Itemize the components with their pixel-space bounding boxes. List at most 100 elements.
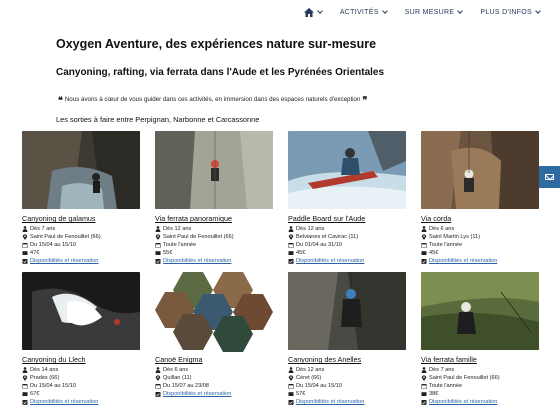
price-text: 57€	[296, 391, 306, 397]
nav-sur-mesure[interactable]: SUR MESURE	[404, 0, 464, 24]
calendar-check-icon	[421, 259, 427, 264]
activity-title[interactable]: Paddle Board sur l'Aude	[288, 214, 406, 223]
calendar-check-icon	[288, 259, 294, 264]
place-row: Prades (66)	[22, 374, 140, 382]
booking-link[interactable]: Disponibilités et réservation	[296, 398, 364, 406]
price-row: 47€	[22, 249, 140, 257]
open-quote-icon: ❝	[58, 94, 63, 105]
price-tag-icon	[421, 392, 427, 396]
calendar-icon	[421, 384, 427, 389]
activity-title[interactable]: Canyoning des Anelles	[288, 355, 406, 364]
booking-row: Disponibilités et réservation	[421, 257, 539, 265]
price-row: 55€	[155, 249, 273, 257]
booking-link[interactable]: Disponibilités et réservation	[30, 398, 98, 406]
place-text: Saint Paul de Fenouillet (66)	[429, 375, 500, 381]
place-text: Quillan (11)	[163, 375, 192, 381]
map-pin-icon	[155, 234, 161, 240]
activity-photo[interactable]	[421, 272, 539, 350]
age-text: Dès 6 ans	[429, 226, 455, 232]
booking-row: Disponibilités et réservation	[155, 390, 273, 398]
activity-photo[interactable]	[288, 131, 406, 209]
age-row: Dès 14 ans	[22, 366, 140, 374]
place-text: Saint Martin Lys (11)	[429, 234, 480, 240]
person-icon	[155, 226, 161, 232]
price-row: 67€	[22, 390, 140, 398]
activity-photo[interactable]	[22, 272, 140, 350]
quote: ❝ Nous avons à cœur de vous guider dans …	[56, 94, 369, 105]
chevron-down-icon	[381, 7, 388, 14]
activity-card: Via ferrata panoramique Dès 12 ans Saint…	[155, 131, 273, 265]
age-text: Dès 12 ans	[296, 367, 325, 373]
price-text: 45€	[296, 250, 306, 256]
calendar-icon	[155, 384, 161, 389]
price-row: 38€	[421, 390, 539, 398]
booking-link[interactable]: Disponibilités et réservation	[163, 390, 231, 398]
age-row: Dès 7 ans	[22, 225, 140, 233]
nav-activites[interactable]: ACTIVITÉS	[339, 0, 388, 24]
price-row: 45€	[288, 249, 406, 257]
map-pin-icon	[155, 375, 161, 381]
booking-link[interactable]: Disponibilités et réservation	[296, 257, 364, 265]
place-text: Céret (66)	[296, 375, 322, 381]
place-row: Céret (66)	[288, 374, 406, 382]
place-text: Belvianes et Cavirac (11)	[296, 234, 359, 240]
price-tag-icon	[22, 251, 28, 255]
nav-home[interactable]	[303, 0, 323, 24]
activity-photo[interactable]	[22, 131, 140, 209]
calendar-check-icon	[22, 259, 28, 264]
activity-photo[interactable]	[288, 272, 406, 350]
activity-photo[interactable]	[155, 131, 273, 209]
booking-row: Disponibilités et réservation	[288, 398, 406, 406]
close-quote-icon: ❞	[362, 94, 368, 105]
calendar-check-icon	[155, 392, 161, 397]
person-icon	[155, 367, 161, 373]
nav-label: ACTIVITÉS	[339, 8, 379, 16]
map-pin-icon	[421, 375, 427, 381]
place-text: Saint Paul de Fenouillet (66)	[30, 234, 101, 240]
price-text: 47€	[30, 250, 40, 256]
activity-title[interactable]: Canoë Enigma	[155, 355, 273, 364]
activity-photo[interactable]	[155, 272, 273, 352]
place-row: Saint Paul de Fenouillet (66)	[421, 374, 539, 382]
booking-link[interactable]: Disponibilités et réservation	[429, 398, 497, 406]
price-tag-icon	[22, 392, 28, 396]
place-row: Saint Martin Lys (11)	[421, 233, 539, 241]
booking-link[interactable]: Disponibilités et réservation	[30, 257, 98, 265]
activity-card: Canyoning des Anelles Dès 12 ans Céret (…	[288, 272, 406, 406]
nav-label: PLUS D'INFOS	[480, 8, 532, 16]
place-row: Quillan (11)	[155, 374, 273, 382]
dates-text: Toute l'année	[163, 242, 197, 248]
activity-title[interactable]: Via corda	[421, 214, 539, 223]
price-tag-icon	[288, 392, 294, 396]
person-icon	[22, 367, 28, 373]
map-pin-icon	[22, 375, 28, 381]
contact-tab[interactable]	[539, 166, 560, 188]
booking-link[interactable]: Disponibilités et réservation	[163, 257, 231, 265]
booking-link[interactable]: Disponibilités et réservation	[429, 257, 497, 265]
page-subtitle: Canyoning, rafting, via ferrata dans l'A…	[56, 67, 385, 78]
map-pin-icon	[22, 234, 28, 240]
dates-text: Du 15/07 au 23/08	[163, 383, 210, 389]
nav-plus-infos[interactable]: PLUS D'INFOS	[480, 0, 541, 24]
activity-title[interactable]: Canyoning du Llech	[22, 355, 140, 364]
activity-title[interactable]: Via ferrata famille	[421, 355, 539, 364]
nav-label: SUR MESURE	[404, 8, 455, 16]
activity-title[interactable]: Canyoning de galamus	[22, 214, 140, 223]
dates-row: Du 01/04 au 31/10	[288, 241, 406, 249]
person-icon	[288, 226, 294, 232]
dates-row: Du 15/04 au 15/10	[22, 382, 140, 390]
age-row: Dès 12 ans	[288, 366, 406, 374]
place-row: Belvianes et Cavirac (11)	[288, 233, 406, 241]
price-tag-icon	[288, 251, 294, 255]
age-row: Dès 6 ans	[155, 366, 273, 374]
activity-title[interactable]: Via ferrata panoramique	[155, 214, 273, 223]
price-text: 55€	[163, 250, 173, 256]
calendar-icon	[22, 243, 28, 248]
activity-photo[interactable]	[421, 131, 539, 209]
activity-card: Canyoning de galamus Dès 7 ans Saint Pau…	[22, 131, 140, 265]
mail-icon	[545, 174, 554, 180]
map-pin-icon	[421, 234, 427, 240]
calendar-check-icon	[421, 400, 427, 405]
price-tag-icon	[155, 251, 161, 255]
booking-row: Disponibilités et réservation	[288, 257, 406, 265]
